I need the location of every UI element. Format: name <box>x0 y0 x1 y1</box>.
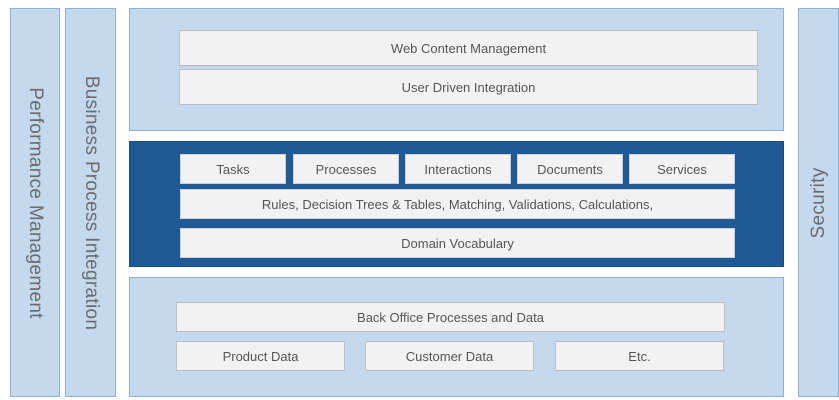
security-bar: Security <box>798 8 839 397</box>
performance-management-bar: Performance Management <box>10 8 60 397</box>
security-label: Security <box>807 166 829 239</box>
services-box: Services <box>629 154 735 184</box>
business-process-integration-label: Business Process Integration <box>80 75 102 330</box>
presentation-layer: Web Content Management User Driven Integ… <box>129 8 784 131</box>
web-content-management-box: Web Content Management <box>179 30 758 66</box>
etc-box: Etc. <box>555 341 724 371</box>
documents-box: Documents <box>517 154 623 184</box>
performance-management-label: Performance Management <box>25 86 46 319</box>
product-data-box: Product Data <box>176 341 345 371</box>
tasks-box: Tasks <box>180 154 286 184</box>
processes-box: Processes <box>293 154 399 184</box>
business-logic-layer: Tasks Processes Interactions Documents S… <box>129 141 784 267</box>
back-office-box: Back Office Processes and Data <box>176 302 725 332</box>
rules-box: Rules, Decision Trees & Tables, Matching… <box>180 189 735 219</box>
domain-vocabulary-box: Domain Vocabulary <box>180 228 735 258</box>
user-driven-integration-box: User Driven Integration <box>179 69 758 105</box>
interactions-box: Interactions <box>405 154 511 184</box>
data-layer: Back Office Processes and Data Product D… <box>129 277 784 397</box>
business-process-integration-bar: Business Process Integration <box>65 8 116 397</box>
customer-data-box: Customer Data <box>365 341 534 371</box>
